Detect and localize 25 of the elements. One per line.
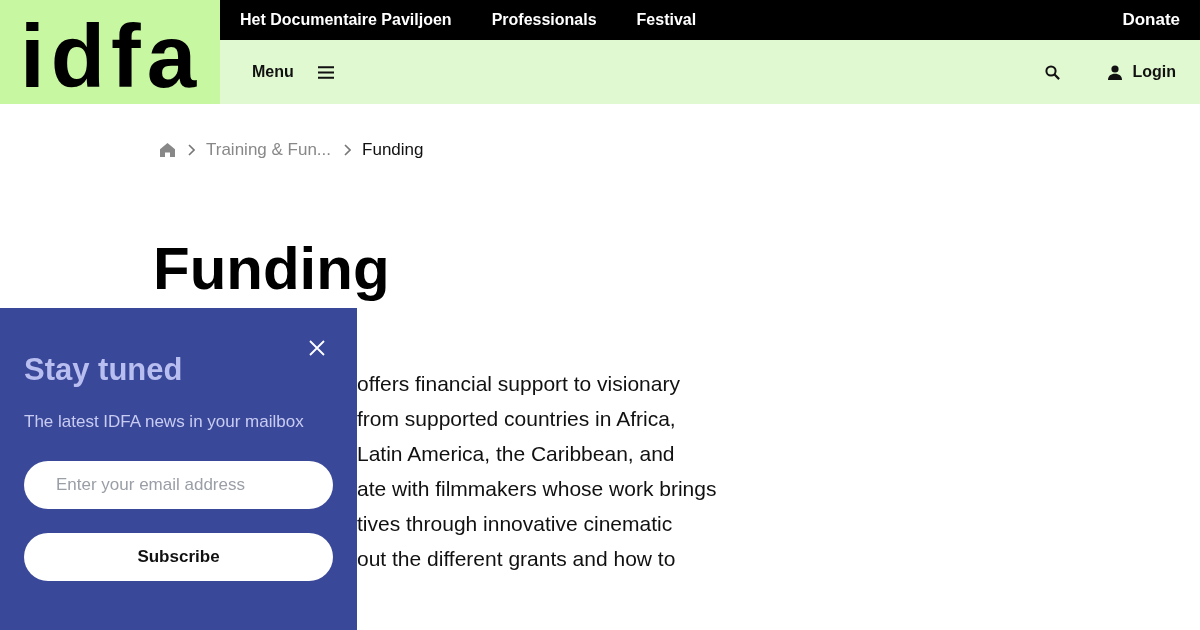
nav-link[interactable]: Festival <box>636 8 697 32</box>
close-icon <box>309 340 325 356</box>
donate-link[interactable]: Donate <box>1122 7 1180 33</box>
menu-icon <box>317 65 334 79</box>
email-field[interactable]: Enter your email address <box>24 461 333 509</box>
popup-subtitle: The latest IDFA news in your mailbox <box>24 411 305 433</box>
search-button[interactable] <box>1045 64 1061 80</box>
search-icon <box>1045 64 1061 80</box>
breadcrumb-link[interactable]: Training & Fun... <box>206 138 332 162</box>
logo[interactable]: idfa <box>0 0 220 104</box>
home-link[interactable] <box>160 143 175 157</box>
subscribe-button[interactable]: Subscribe <box>24 533 333 581</box>
user-icon <box>1108 64 1123 80</box>
menu-button[interactable]: Menu <box>252 60 334 84</box>
page-title: Funding <box>153 236 390 302</box>
popup-title: Stay tuned <box>24 352 184 388</box>
login-button[interactable]: Login <box>1108 60 1176 84</box>
chevron-right-icon <box>344 144 352 156</box>
nav-link[interactable]: Professionals <box>491 8 597 32</box>
home-icon <box>160 143 175 157</box>
close-button[interactable] <box>309 340 325 356</box>
breadcrumb-current: Funding <box>362 139 424 161</box>
chevron-right-icon <box>188 144 195 156</box>
body-paragraph: offers financial support to visionary from supported countries in Africa, Latin America, the Caribbean, and ate with filmmakers whose work brings tives through innovative cinematic out the different grants and how to <box>357 371 717 572</box>
nav-link[interactable]: Het Documentaire Paviljoen <box>240 8 452 32</box>
